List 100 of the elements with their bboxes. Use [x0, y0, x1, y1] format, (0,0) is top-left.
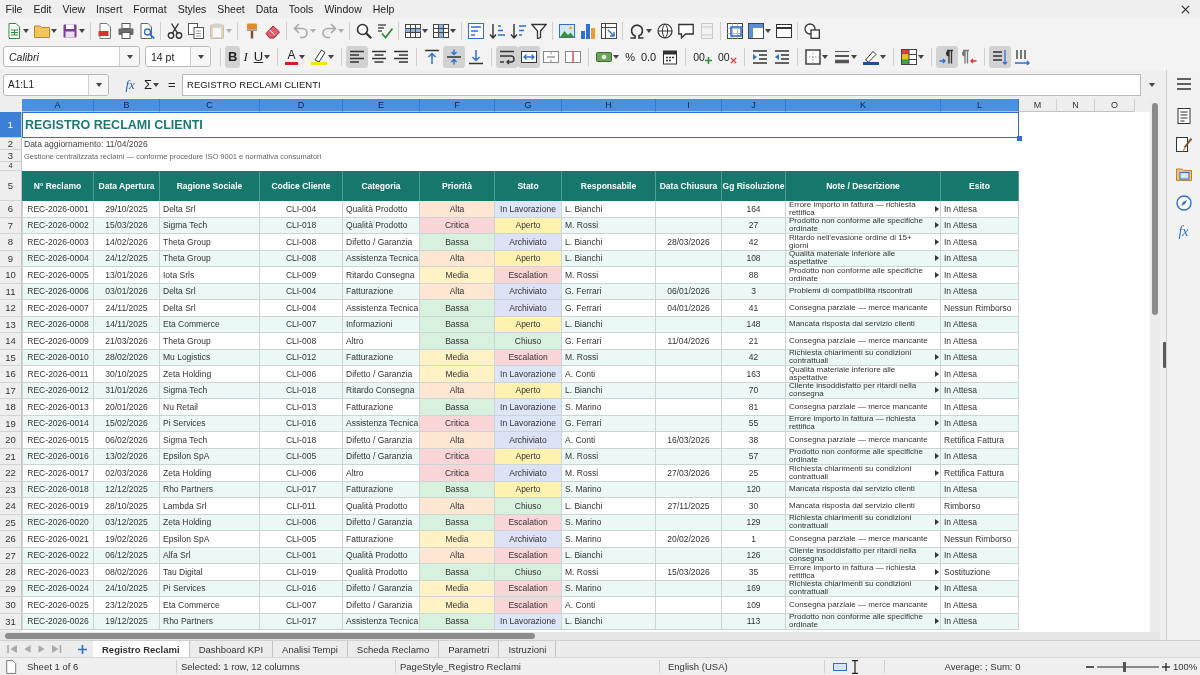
horizontal-scrollbar[interactable] — [0, 632, 1160, 640]
sheet-column-header[interactable]: A — [22, 99, 94, 112]
dropdown-button[interactable] — [88, 74, 108, 95]
menu-item[interactable]: Window — [318, 1, 368, 17]
fill-handle[interactable] — [1017, 136, 1022, 141]
row-number[interactable]: 12 — [0, 300, 22, 317]
function-wizard-button[interactable]: fx — [123, 73, 138, 96]
dropdown-button[interactable] — [119, 47, 139, 66]
document-icon — [5, 659, 17, 674]
add-decimal-button[interactable]: 00 — [690, 45, 715, 68]
row-number[interactable]: 1 — [0, 112, 22, 138]
freeze-panes-icon — [747, 22, 764, 39]
plus-icon[interactable] — [78, 644, 87, 654]
sheet-column-header[interactable]: C — [160, 99, 260, 112]
sheet-column-header[interactable]: B — [94, 99, 160, 112]
menu-item[interactable]: View — [57, 1, 91, 17]
table-cell: Nessun Rimborso — [941, 531, 1019, 548]
sheet-column-header[interactable]: I — [656, 99, 722, 112]
sheet-column-header[interactable]: K — [786, 99, 941, 112]
sheet-column-header[interactable]: E — [343, 99, 420, 112]
plus-icon[interactable] — [1162, 662, 1170, 671]
merge-cells-icon — [543, 48, 560, 65]
selection-mode-icon[interactable] — [833, 662, 847, 671]
sheet-column-header[interactable]: J — [722, 99, 786, 112]
sheet-column-header[interactable]: L — [941, 99, 1019, 112]
image-folder-icon[interactable] — [1175, 166, 1192, 182]
delete-decimal-button[interactable]: 00 — [714, 45, 740, 68]
row-number[interactable]: 28 — [0, 564, 22, 581]
font-size-field[interactable]: 14 pt — [145, 46, 211, 67]
table-rows-icon — [404, 22, 421, 39]
menu-item[interactable]: File — [0, 1, 28, 17]
row-number[interactable]: 5 — [0, 171, 22, 201]
minus-icon[interactable] — [1086, 665, 1094, 668]
language[interactable]: English (USA) — [668, 661, 728, 672]
dropdown-button[interactable] — [190, 47, 210, 66]
properties-icon[interactable] — [1175, 108, 1192, 124]
row-number[interactable]: 30 — [0, 597, 22, 614]
row-number[interactable]: 14 — [0, 333, 22, 350]
italic-button[interactable]: I — [240, 45, 251, 68]
menu-item[interactable]: Insert — [90, 1, 128, 17]
bold-button[interactable]: B — [225, 45, 241, 68]
align-middle-button[interactable] — [443, 45, 466, 68]
row-number[interactable]: 8 — [0, 234, 22, 251]
row-number[interactable]: 20 — [0, 432, 22, 449]
menu-item[interactable]: Help — [367, 1, 400, 17]
zoom-percent[interactable]: 100% — [1173, 661, 1198, 672]
menu-item[interactable]: Data — [250, 1, 284, 17]
search-icon — [355, 22, 372, 39]
scrollbar-thumb[interactable] — [5, 633, 535, 639]
menu-item[interactable]: Styles — [172, 1, 212, 17]
row-number[interactable]: 10 — [0, 267, 22, 284]
row-number[interactable]: 24 — [0, 498, 22, 515]
merge-center-button[interactable] — [518, 45, 541, 68]
row-number[interactable]: 22 — [0, 465, 22, 482]
row-number[interactable]: 6 — [0, 201, 22, 218]
sheet-column-header[interactable]: N — [1057, 99, 1095, 112]
functions-button[interactable]: fx — [1178, 224, 1189, 240]
menu-item[interactable]: Format — [127, 1, 173, 17]
underline-button[interactable]: U — [250, 45, 274, 68]
row-number[interactable]: 26 — [0, 531, 22, 548]
row-number[interactable]: 16 — [0, 366, 22, 383]
left-to-right-button[interactable] — [935, 45, 958, 68]
sidebar-handle[interactable] — [1163, 342, 1166, 368]
name-box[interactable]: A1:L1 — [3, 73, 109, 96]
align-left-button[interactable] — [346, 45, 369, 68]
row-number[interactable]: 2 — [0, 138, 22, 150]
font-color-button[interactable]: A — [282, 45, 309, 68]
sheet-column-header[interactable]: H — [562, 99, 656, 112]
table-cell: Difetto / Garanzia — [343, 432, 420, 449]
close-icon[interactable] — [1181, 4, 1190, 14]
compass-icon[interactable] — [1175, 195, 1192, 211]
slider-thumb[interactable] — [1123, 661, 1127, 672]
border-color-icon — [862, 48, 879, 65]
priority-cell: Bassa — [420, 234, 495, 251]
column-header: Ragione Sociale — [160, 171, 260, 201]
sum-button[interactable]: Σ — [141, 73, 162, 96]
sheet-column-header[interactable]: M — [1019, 99, 1057, 112]
text-horizontal-button[interactable] — [988, 45, 1011, 68]
wrap-text-button[interactable] — [496, 45, 519, 68]
row-number[interactable]: 3 — [0, 150, 22, 162]
sheet-column-header[interactable]: D — [260, 99, 343, 112]
sheet-column-header[interactable]: F — [420, 99, 495, 112]
percent-button[interactable]: % — [622, 45, 638, 68]
menu-icon[interactable] — [1175, 76, 1192, 92]
pivot-table-icon — [600, 22, 617, 39]
sheet-column-header[interactable]: O — [1095, 99, 1135, 112]
formula-button[interactable]: = — [165, 73, 179, 96]
number-format-button[interactable]: 0.0 — [637, 45, 660, 68]
menu-item[interactable]: Tools — [283, 1, 319, 17]
paintbrush-page-icon[interactable] — [1175, 137, 1192, 153]
sheet-tab[interactable]: Registro Reclami — [93, 641, 190, 657]
text-cursor-icon — [852, 659, 858, 674]
menu-item[interactable]: Edit — [27, 1, 57, 17]
menu-item[interactable]: Sheet — [211, 1, 251, 17]
sheet-column-header[interactable]: G — [495, 99, 562, 112]
table-cell: CLI-009 — [260, 267, 343, 284]
font-name-field[interactable]: Calibri — [3, 46, 140, 67]
bar-chart-icon — [579, 22, 596, 39]
row-number[interactable]: 18 — [0, 399, 22, 416]
formula-input[interactable]: REGISTRO RECLAMI CLIENTI — [182, 73, 1141, 96]
